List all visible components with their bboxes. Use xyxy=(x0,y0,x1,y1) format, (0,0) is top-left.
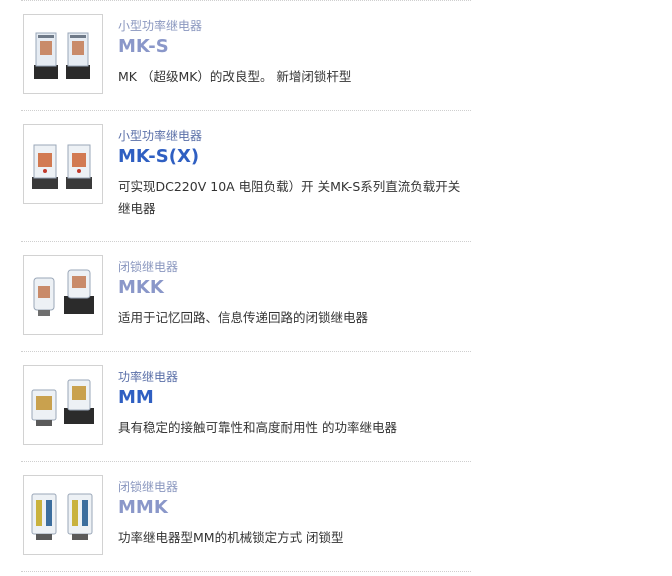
product-image-link-mm[interactable] xyxy=(23,365,103,445)
product-category-link[interactable]: 功率继电器 xyxy=(118,369,178,385)
product-item-mk-s-x: 小型功率继电器 MK-S(X) 可实现DC220V 10A 电阻负载）开 关MK… xyxy=(21,111,471,242)
relay-product-photo-icon xyxy=(24,366,102,444)
product-category-link[interactable]: 闭锁继电器 xyxy=(118,259,178,275)
product-item-mk-s: 小型功率继电器 MK-S MK （超级MK）的改良型。 新增闭锁杆型 xyxy=(21,1,471,111)
product-info-mkk: 闭锁继电器 MKK 适用于记忆回路、信息传递回路的闭锁继电器 xyxy=(118,256,478,329)
product-info-mmk: 闭锁继电器 MMK 功率继电器型MM的机械锁定方式 闭锁型 xyxy=(118,476,478,549)
product-item-mm: 功率继电器 MM 具有稳定的接触可靠性和高度耐用性 的功率继电器 xyxy=(21,352,471,462)
product-title-link[interactable]: MMK xyxy=(118,496,478,520)
relay-product-photo-icon xyxy=(24,125,102,203)
relay-product-photo-icon xyxy=(24,256,102,334)
product-description: 可实现DC220V 10A 电阻负载）开 关MK-S系列直流负载开关继电器 xyxy=(118,179,461,216)
product-title-link[interactable]: MK-S(X) xyxy=(118,145,478,169)
product-description: 功率继电器型MM的机械锁定方式 闭锁型 xyxy=(118,530,344,545)
product-category-link[interactable]: 小型功率继电器 xyxy=(118,18,202,34)
product-description: 适用于记忆回路、信息传递回路的闭锁继电器 xyxy=(118,310,369,325)
relay-product-photo-icon xyxy=(24,15,102,93)
product-image-link-mmk[interactable] xyxy=(23,475,103,555)
product-list: 小型功率继电器 MK-S MK （超级MK）的改良型。 新增闭锁杆型 小型功率继… xyxy=(21,0,471,572)
product-item-mkk: 闭锁继电器 MKK 适用于记忆回路、信息传递回路的闭锁继电器 xyxy=(21,242,471,352)
product-item-mmk: 闭锁继电器 MMK 功率继电器型MM的机械锁定方式 闭锁型 xyxy=(21,462,471,572)
product-title-link[interactable]: MM xyxy=(118,386,478,410)
product-title-link[interactable]: MK-S xyxy=(118,35,478,59)
relay-product-photo-icon xyxy=(24,476,102,554)
product-image-link-mk-s-x[interactable] xyxy=(23,124,103,204)
product-category-link[interactable]: 小型功率继电器 xyxy=(118,128,202,144)
product-description: 具有稳定的接触可靠性和高度耐用性 的功率继电器 xyxy=(118,420,397,435)
product-info-mk-s-x: 小型功率继电器 MK-S(X) 可实现DC220V 10A 电阻负载）开 关MK… xyxy=(118,125,478,220)
product-title-link[interactable]: MKK xyxy=(118,276,478,300)
product-info-mk-s: 小型功率继电器 MK-S MK （超级MK）的改良型。 新增闭锁杆型 xyxy=(118,15,478,88)
product-description: MK （超级MK）的改良型。 新增闭锁杆型 xyxy=(118,69,352,84)
product-info-mm: 功率继电器 MM 具有稳定的接触可靠性和高度耐用性 的功率继电器 xyxy=(118,366,478,439)
product-category-link[interactable]: 闭锁继电器 xyxy=(118,479,178,495)
product-image-link-mk-s[interactable] xyxy=(23,14,103,94)
product-image-link-mkk[interactable] xyxy=(23,255,103,335)
